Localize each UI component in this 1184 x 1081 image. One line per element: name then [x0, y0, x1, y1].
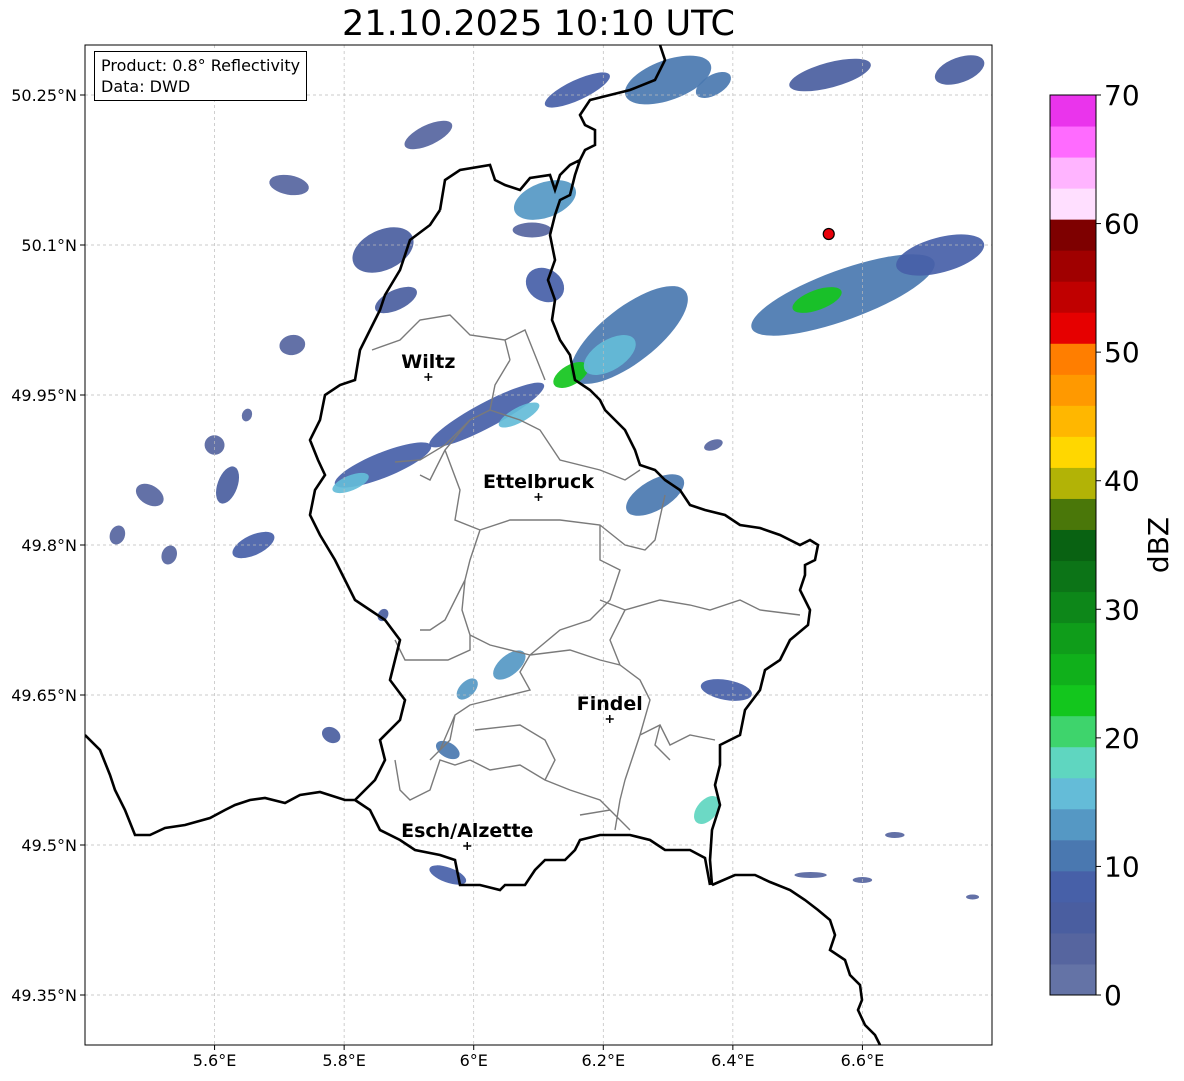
- colorbar-band: [1050, 343, 1096, 375]
- city-cross-icon: [534, 493, 543, 501]
- colorbar-band: [1050, 467, 1096, 499]
- radar-echo: [704, 439, 723, 451]
- lat-tick-label: 49.35°N: [11, 986, 77, 1005]
- radar-echo: [513, 180, 577, 220]
- radar-echo: [321, 726, 341, 744]
- radar-echo: [794, 872, 827, 878]
- colorbar-band: [1050, 157, 1096, 189]
- city-label: Wiltz: [401, 351, 455, 373]
- city-cross-icon: [463, 842, 472, 850]
- city-marker[interactable]: Wiltz: [401, 351, 455, 381]
- colorbar-band: [1050, 715, 1096, 748]
- colorbar-tick-label: 20: [1104, 722, 1140, 755]
- colorbar-band: [1050, 374, 1096, 406]
- city-cross-icon: [424, 373, 433, 381]
- radar-echo: [161, 545, 178, 565]
- radar-echo: [700, 679, 752, 701]
- lat-tick-label: 49.5°N: [21, 836, 77, 855]
- city-marker[interactable]: Ettelbruck: [483, 471, 594, 501]
- colorbar-ticks: 0 10 20 30 40 50 60 70: [1096, 79, 1140, 1012]
- radar-echo: [404, 120, 453, 150]
- colorbar-band: [1050, 777, 1096, 810]
- city-label: Ettelbruck: [483, 471, 594, 493]
- colorbar-band: [1050, 281, 1096, 313]
- radar-echo: [934, 55, 985, 85]
- radar-echo: [352, 227, 414, 273]
- lon-tick-label: 6.6°E: [841, 1051, 885, 1070]
- radar-map[interactable]: WiltzEttelbruckFindelEsch/Alzette 5.6°E 5…: [0, 0, 1184, 1081]
- radar-echo: [544, 72, 610, 108]
- colorbar-band: [1050, 95, 1096, 127]
- colorbar-band: [1050, 219, 1096, 251]
- colorbar-band: [1050, 436, 1096, 468]
- product-text: Product: 0.8° Reflectivity: [101, 56, 301, 75]
- colorbar-band: [1050, 498, 1096, 530]
- lon-tick-label: 5.8°E: [322, 1051, 366, 1070]
- radar-echo: [135, 483, 164, 507]
- radar-echo: [269, 174, 309, 196]
- colorbar-band: [1050, 839, 1096, 872]
- canton-boundaries: [371, 314, 801, 831]
- colorbar-band: [1050, 529, 1096, 562]
- city-cross-icon: [605, 715, 614, 723]
- radar-echo: [241, 408, 253, 422]
- lat-tick-label: 50.1°N: [21, 236, 77, 255]
- colorbar-band: [1050, 622, 1096, 655]
- colorbar-band: [1050, 746, 1096, 779]
- radar-echo: [789, 58, 871, 92]
- lon-tick-label: 6.4°E: [711, 1051, 755, 1070]
- city-marker[interactable]: Findel: [577, 693, 643, 723]
- colorbar-tick-label: 50: [1104, 336, 1140, 369]
- colorbar-band: [1050, 312, 1096, 344]
- colorbar-band: [1050, 250, 1096, 282]
- city-label: Findel: [577, 693, 643, 715]
- colorbar-band: [1050, 405, 1096, 437]
- colorbar-band: [1050, 653, 1096, 686]
- colorbar-band: [1050, 591, 1096, 624]
- colorbar-band: [1050, 870, 1096, 903]
- radar-echo: [966, 894, 980, 900]
- lat-tick-label: 50.25°N: [11, 86, 77, 105]
- radar-echo: [525, 267, 565, 303]
- colorbar-title: dBZ: [1142, 517, 1175, 573]
- radar-echo: [512, 222, 552, 238]
- city-label: Esch/Alzette: [401, 820, 533, 842]
- colorbar-band: [1050, 963, 1096, 996]
- radar-echo: [885, 832, 905, 838]
- radar-echo: [216, 466, 240, 504]
- lon-tick-label: 6.2°E: [582, 1051, 626, 1070]
- radar-echo: [435, 740, 460, 760]
- colorbar-tick-label: 70: [1104, 79, 1140, 112]
- colorbar-band: [1050, 932, 1096, 965]
- colorbar-band: [1050, 188, 1096, 220]
- lat-tick-label: 49.95°N: [11, 386, 77, 405]
- data-source-text: Data: DWD: [101, 77, 191, 96]
- axis-ticks: 5.6°E 5.8°E 6°E 6.2°E 6.4°E 6.6°E 50.25°N 50.1°…: [11, 86, 884, 1070]
- radar-echo: [279, 334, 306, 356]
- colorbar-bands: [1050, 95, 1096, 996]
- lon-tick-label: 5.6°E: [193, 1051, 237, 1070]
- colorbar-band: [1050, 684, 1096, 717]
- colorbar: 0 10 20 30 40 50 60 70 dBZ: [1049, 79, 1175, 1012]
- info-box: Product: 0.8° Reflectivity Data: DWD: [94, 51, 308, 101]
- radar-echo: [109, 525, 126, 545]
- radar-echo: [624, 55, 712, 105]
- colorbar-tick-label: 60: [1104, 208, 1140, 241]
- city-layer: Wiltz Ettelbruck Findel Esch/Alzette: [401, 351, 643, 850]
- colorbar-band: [1050, 808, 1096, 841]
- city-marker[interactable]: Esch/Alzette: [401, 820, 533, 850]
- colorbar-band: [1050, 901, 1096, 934]
- radar-echo: [626, 474, 685, 516]
- lat-tick-label: 49.8°N: [21, 536, 77, 555]
- colorbar-band: [1050, 126, 1096, 158]
- colorbar-tick-label: 10: [1104, 850, 1140, 883]
- colorbar-tick-label: 40: [1104, 465, 1140, 498]
- colorbar-band: [1050, 560, 1096, 593]
- lat-tick-label: 49.65°N: [11, 686, 77, 705]
- lon-tick-label: 6°E: [460, 1051, 488, 1070]
- colorbar-tick-label: 0: [1104, 979, 1122, 1012]
- radar-site-marker[interactable]: [822, 227, 835, 241]
- radar-echo: [456, 678, 478, 700]
- colorbar-tick-label: 30: [1104, 593, 1140, 626]
